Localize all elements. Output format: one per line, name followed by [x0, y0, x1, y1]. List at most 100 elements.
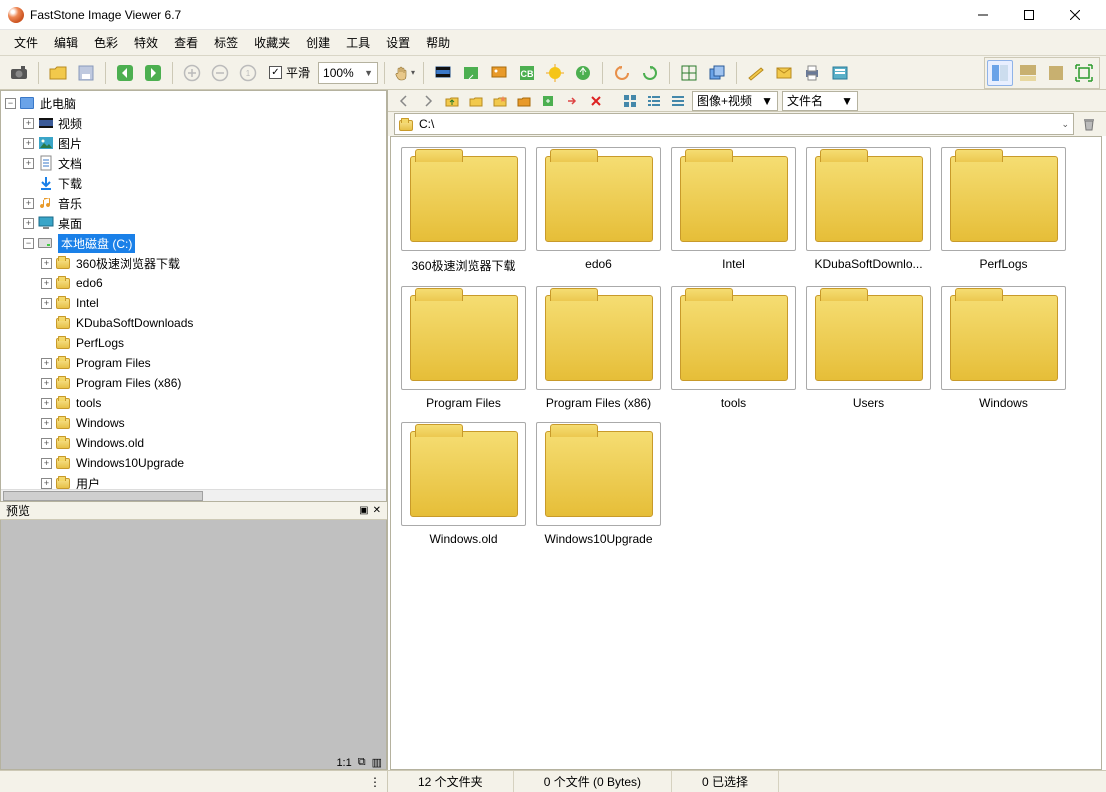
expand-icon[interactable]: +: [41, 478, 52, 489]
filter-combo[interactable]: 图像+视频▼: [692, 91, 778, 111]
contact-sheet-button[interactable]: CB: [514, 60, 540, 86]
folder-thumb[interactable]: 360极速浏览器下载: [401, 147, 526, 274]
folder-thumb[interactable]: Users: [806, 286, 931, 410]
path-combo[interactable]: C:\ ⌄: [394, 113, 1074, 135]
up-folder-button[interactable]: [442, 91, 462, 111]
menu-file[interactable]: 文件: [6, 31, 46, 54]
scan-button[interactable]: [743, 60, 769, 86]
maximize-button[interactable]: [1006, 0, 1052, 30]
thumbnail-grid[interactable]: 360极速浏览器下载edo6IntelKDubaSoftDownlo...Per…: [390, 136, 1102, 770]
wallpaper-button[interactable]: [486, 60, 512, 86]
menu-edit[interactable]: 编辑: [46, 31, 86, 54]
tree-row[interactable]: +Program Files: [1, 353, 386, 373]
trash-button[interactable]: [1078, 113, 1100, 135]
menu-color[interactable]: 色彩: [86, 31, 126, 54]
adjust-button[interactable]: [542, 60, 568, 86]
fav-add-button[interactable]: [490, 91, 510, 111]
fav-folder-button[interactable]: [514, 91, 534, 111]
smooth-checkbox[interactable]: ✓平滑: [269, 64, 310, 81]
nav-next-button[interactable]: [140, 60, 166, 86]
share-button[interactable]: [570, 60, 596, 86]
tree-row[interactable]: +Intel: [1, 293, 386, 313]
tree-row[interactable]: −此电脑: [1, 93, 386, 113]
tree-row[interactable]: +Program Files (x86): [1, 373, 386, 393]
clone-button[interactable]: [704, 60, 730, 86]
view-list-button[interactable]: [644, 91, 664, 111]
new-folder-button[interactable]: [466, 91, 486, 111]
folder-thumb[interactable]: Intel: [671, 147, 796, 274]
acquire-button[interactable]: [6, 60, 32, 86]
minimize-button[interactable]: [960, 0, 1006, 30]
tree-row[interactable]: −本地磁盘 (C:): [1, 233, 386, 253]
compare-button[interactable]: [458, 60, 484, 86]
view-details-button[interactable]: [668, 91, 688, 111]
settings-button[interactable]: [827, 60, 853, 86]
collapse-icon[interactable]: −: [5, 98, 16, 109]
menu-tool[interactable]: 工具: [338, 31, 378, 54]
view-large-icons-button[interactable]: [620, 91, 640, 111]
resize-button[interactable]: [676, 60, 702, 86]
rotate-left-button[interactable]: [609, 60, 635, 86]
folder-thumb[interactable]: Program Files: [401, 286, 526, 410]
expand-icon[interactable]: +: [41, 358, 52, 369]
expand-icon[interactable]: +: [41, 298, 52, 309]
expand-icon[interactable]: +: [23, 138, 34, 149]
preview-expand-icon[interactable]: ▣: [359, 505, 368, 516]
tree-row[interactable]: +音乐: [1, 193, 386, 213]
folder-thumb[interactable]: Windows10Upgrade: [536, 422, 661, 546]
expand-icon[interactable]: +: [41, 378, 52, 389]
folder-thumb[interactable]: PerfLogs: [941, 147, 1066, 274]
tree-row[interactable]: +tools: [1, 393, 386, 413]
expand-icon[interactable]: +: [41, 398, 52, 409]
tree-row[interactable]: +用户: [1, 473, 386, 489]
print-button[interactable]: [799, 60, 825, 86]
zoom-in-button[interactable]: [179, 60, 205, 86]
tree-row[interactable]: +edo6: [1, 273, 386, 293]
menu-view[interactable]: 查看: [166, 31, 206, 54]
expand-icon[interactable]: +: [41, 278, 52, 289]
folder-tree[interactable]: −此电脑+视频+图片+文档下载+音乐+桌面−本地磁盘 (C:)+360极速浏览器…: [1, 91, 386, 489]
menu-settings[interactable]: 设置: [378, 31, 418, 54]
tree-row[interactable]: +桌面: [1, 213, 386, 233]
view-thumbnails-button[interactable]: [987, 60, 1013, 86]
delete-button[interactable]: [586, 91, 606, 111]
view-filmstrip-button[interactable]: [1015, 60, 1041, 86]
tree-row[interactable]: KDubaSoftDownloads: [1, 313, 386, 333]
expand-icon[interactable]: +: [23, 118, 34, 129]
view-single-button[interactable]: [1043, 60, 1069, 86]
tree-row[interactable]: +文档: [1, 153, 386, 173]
zoom-out-button[interactable]: [207, 60, 233, 86]
menu-effect[interactable]: 特效: [126, 31, 166, 54]
menu-help[interactable]: 帮助: [418, 31, 458, 54]
close-button[interactable]: [1052, 0, 1098, 30]
expand-icon[interactable]: +: [23, 198, 34, 209]
expand-icon[interactable]: +: [23, 218, 34, 229]
copy-to-button[interactable]: [538, 91, 558, 111]
folder-thumb[interactable]: edo6: [536, 147, 661, 274]
preview-close-icon[interactable]: ✕: [373, 505, 381, 516]
email-button[interactable]: [771, 60, 797, 86]
slideshow-button[interactable]: [430, 60, 456, 86]
tree-row[interactable]: PerfLogs: [1, 333, 386, 353]
save-button[interactable]: [73, 60, 99, 86]
folder-thumb[interactable]: KDubaSoftDownlo...: [806, 147, 931, 274]
move-to-button[interactable]: [562, 91, 582, 111]
menu-create[interactable]: 创建: [298, 31, 338, 54]
open-button[interactable]: [45, 60, 71, 86]
expand-icon[interactable]: +: [41, 458, 52, 469]
expand-icon[interactable]: +: [23, 158, 34, 169]
tree-row[interactable]: +Windows: [1, 413, 386, 433]
nav-prev-button[interactable]: [112, 60, 138, 86]
folder-thumb[interactable]: Windows: [941, 286, 1066, 410]
preview-window-icon[interactable]: ⧉: [358, 756, 366, 769]
preview-tool-icon[interactable]: ▥: [372, 756, 382, 769]
hand-tool-button[interactable]: ▾: [391, 60, 417, 86]
history-fwd-button[interactable]: [418, 91, 438, 111]
rotate-right-button[interactable]: [637, 60, 663, 86]
tree-row[interactable]: +图片: [1, 133, 386, 153]
sort-combo[interactable]: 文件名▼: [782, 91, 858, 111]
tree-row[interactable]: +Windows.old: [1, 433, 386, 453]
menu-tag[interactable]: 标签: [206, 31, 246, 54]
expand-icon[interactable]: +: [41, 258, 52, 269]
tree-row[interactable]: +360极速浏览器下载: [1, 253, 386, 273]
